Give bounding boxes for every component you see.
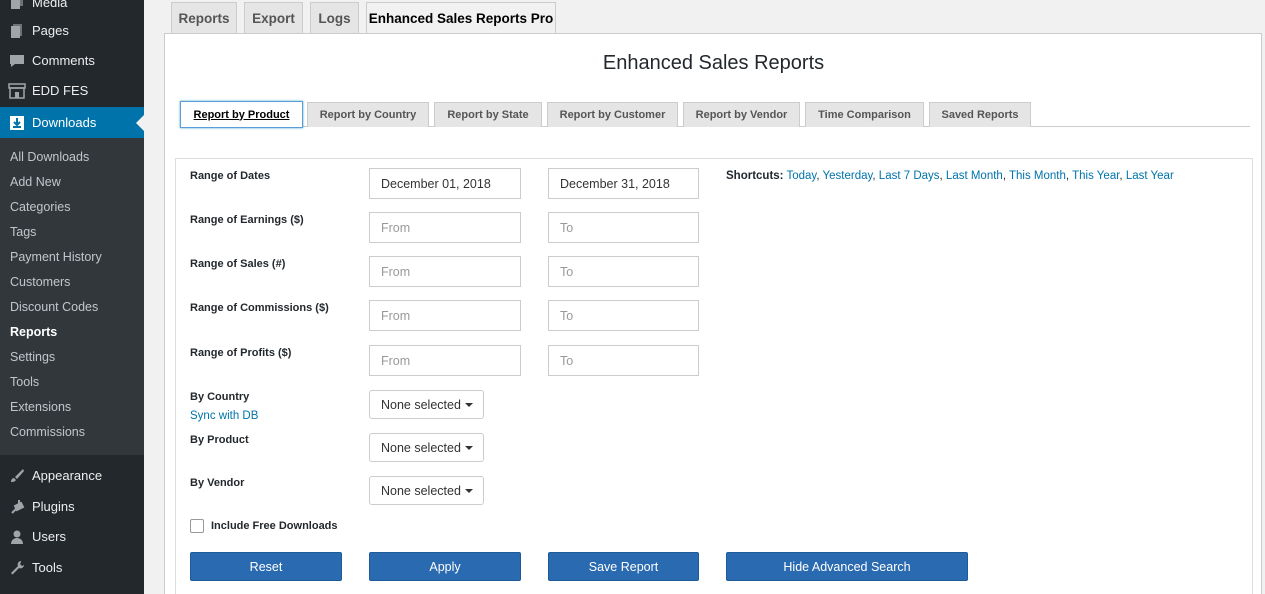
vendor-select[interactable]: None selected xyxy=(369,476,484,505)
submenu-add-new[interactable]: Add New xyxy=(10,175,61,189)
range-of-commissions-label: Range of Commissions ($) xyxy=(190,302,329,314)
report-panel: Enhanced Sales Reports Report by Product… xyxy=(164,33,1262,594)
downloads-submenu: All Downloads Add New Categories Tags Pa… xyxy=(0,138,144,455)
search-form: Range of Dates December 01, 2018 Decembe… xyxy=(175,158,1253,594)
date-from-input[interactable]: December 01, 2018 xyxy=(369,168,521,199)
menu-label: Downloads xyxy=(32,115,97,130)
vendor-select-value: None selected xyxy=(381,483,461,498)
caret-down-icon xyxy=(464,488,473,493)
shortcuts-label: Shortcuts: xyxy=(726,170,784,182)
menu-label: Tools xyxy=(32,560,63,575)
page-title: Enhanced Sales Reports xyxy=(602,52,825,74)
shortcut-this-month[interactable]: This Month xyxy=(1009,170,1066,182)
country-select[interactable]: None selected xyxy=(369,390,484,419)
shortcut-today[interactable]: Today xyxy=(787,170,817,182)
apply-button[interactable]: Apply xyxy=(369,552,521,581)
users-icon xyxy=(7,527,27,547)
profits-from-input[interactable]: From xyxy=(369,345,521,376)
submenu-all-downloads[interactable]: All Downloads xyxy=(10,150,89,164)
save-report-button[interactable]: Save Report xyxy=(548,552,699,581)
sales-from-input[interactable]: From xyxy=(369,256,521,287)
menu-item-pages[interactable]: Pages xyxy=(0,15,144,46)
menu-item-downloads[interactable]: Downloads xyxy=(0,107,144,138)
include-free-downloads-checkbox[interactable] xyxy=(190,519,204,533)
product-select-value: None selected xyxy=(381,440,461,455)
admin-sidebar: Media Pages Comments EDD FES Downloads A… xyxy=(0,0,144,594)
reset-button[interactable]: Reset xyxy=(190,552,342,581)
shortcut-last-year[interactable]: Last Year xyxy=(1126,170,1174,182)
country-select-value: None selected xyxy=(381,397,461,412)
date-to-input[interactable]: December 31, 2018 xyxy=(548,168,699,199)
tab-report-by-customer[interactable]: Report by Customer xyxy=(547,102,678,127)
tab-logs[interactable]: Logs xyxy=(310,2,359,33)
menu-label: Plugins xyxy=(32,499,75,514)
shortcut-yesterday[interactable]: Yesterday xyxy=(823,170,873,182)
tab-report-by-country[interactable]: Report by Country xyxy=(307,102,429,127)
date-shortcuts: Shortcuts: Today, Yesterday, Last 7 Days… xyxy=(726,170,1174,182)
submenu-tools[interactable]: Tools xyxy=(10,375,39,389)
tab-time-comparison[interactable]: Time Comparison xyxy=(805,102,924,127)
menu-item-appearance[interactable]: Appearance xyxy=(0,460,144,491)
menu-item-tools[interactable]: Tools xyxy=(0,552,144,583)
menu-label: Media xyxy=(32,0,68,10)
range-of-dates-label: Range of Dates xyxy=(190,170,271,182)
paintbrush-icon xyxy=(7,466,27,486)
submenu-reports[interactable]: Reports xyxy=(10,325,57,339)
menu-item-edd-fes[interactable]: EDD FES xyxy=(0,75,144,106)
profits-to-input[interactable]: To xyxy=(548,345,699,376)
earnings-from-input[interactable]: From xyxy=(369,212,521,243)
tab-saved-reports[interactable]: Saved Reports xyxy=(929,102,1031,127)
tab-export[interactable]: Export xyxy=(244,2,303,33)
comments-icon xyxy=(7,51,27,71)
by-vendor-label: By Vendor xyxy=(190,477,245,489)
menu-label: Users xyxy=(32,529,66,544)
menu-label: Appearance xyxy=(32,468,103,483)
tab-report-by-state[interactable]: Report by State xyxy=(434,102,542,127)
product-select[interactable]: None selected xyxy=(369,433,484,462)
submenu-extensions[interactable]: Extensions xyxy=(10,400,71,414)
tab-enhanced-sales-reports-pro[interactable]: Enhanced Sales Reports Pro xyxy=(366,2,556,33)
menu-label: Comments xyxy=(32,53,95,68)
menu-label: Pages xyxy=(32,23,69,38)
caret-down-icon xyxy=(464,402,473,407)
shortcut-last-month[interactable]: Last Month xyxy=(946,170,1003,182)
menu-label: EDD FES xyxy=(32,83,89,98)
submenu-payment-history[interactable]: Payment History xyxy=(10,250,102,264)
sales-to-input[interactable]: To xyxy=(548,256,699,287)
submenu-commissions[interactable]: Commissions xyxy=(10,425,85,439)
include-free-downloads-label: Include Free Downloads xyxy=(211,520,338,532)
menu-item-plugins[interactable]: Plugins xyxy=(0,491,144,522)
tab-report-by-vendor[interactable]: Report by Vendor xyxy=(683,102,800,127)
download-icon xyxy=(7,113,27,133)
media-icon xyxy=(7,0,27,13)
range-of-earnings-label: Range of Earnings ($) xyxy=(190,214,304,226)
caret-down-icon xyxy=(464,445,473,450)
store-icon xyxy=(7,81,27,101)
by-country-label: By Country xyxy=(190,391,250,403)
submenu-customers[interactable]: Customers xyxy=(10,275,70,289)
submenu-discount-codes[interactable]: Discount Codes xyxy=(10,300,98,314)
menu-item-users[interactable]: Users xyxy=(0,521,144,552)
tab-report-by-product[interactable]: Report by Product xyxy=(180,101,303,128)
commissions-from-input[interactable]: From xyxy=(369,300,521,331)
submenu-settings[interactable]: Settings xyxy=(10,350,55,364)
submenu-categories[interactable]: Categories xyxy=(10,200,70,214)
submenu-tags[interactable]: Tags xyxy=(10,225,36,239)
report-tabs: Report by Product Report by Country Repo… xyxy=(180,101,1250,128)
main-content: Reports Export Logs Enhanced Sales Repor… xyxy=(144,0,1265,594)
plugin-icon xyxy=(7,497,27,517)
menu-item-comments[interactable]: Comments xyxy=(0,45,144,76)
range-of-profits-label: Range of Profits ($) xyxy=(190,347,292,359)
hide-advanced-search-button[interactable]: Hide Advanced Search xyxy=(726,552,968,581)
shortcut-this-year[interactable]: This Year xyxy=(1072,170,1119,182)
shortcut-last-7-days[interactable]: Last 7 Days xyxy=(879,170,940,182)
earnings-to-input[interactable]: To xyxy=(548,212,699,243)
sync-with-db-link[interactable]: Sync with DB xyxy=(190,410,258,422)
pages-icon xyxy=(7,21,27,41)
by-product-label: By Product xyxy=(190,434,249,446)
range-of-sales-label: Range of Sales (#) xyxy=(190,258,286,270)
tab-reports[interactable]: Reports xyxy=(171,2,237,33)
wrench-icon xyxy=(7,558,27,578)
commissions-to-input[interactable]: To xyxy=(548,300,699,331)
